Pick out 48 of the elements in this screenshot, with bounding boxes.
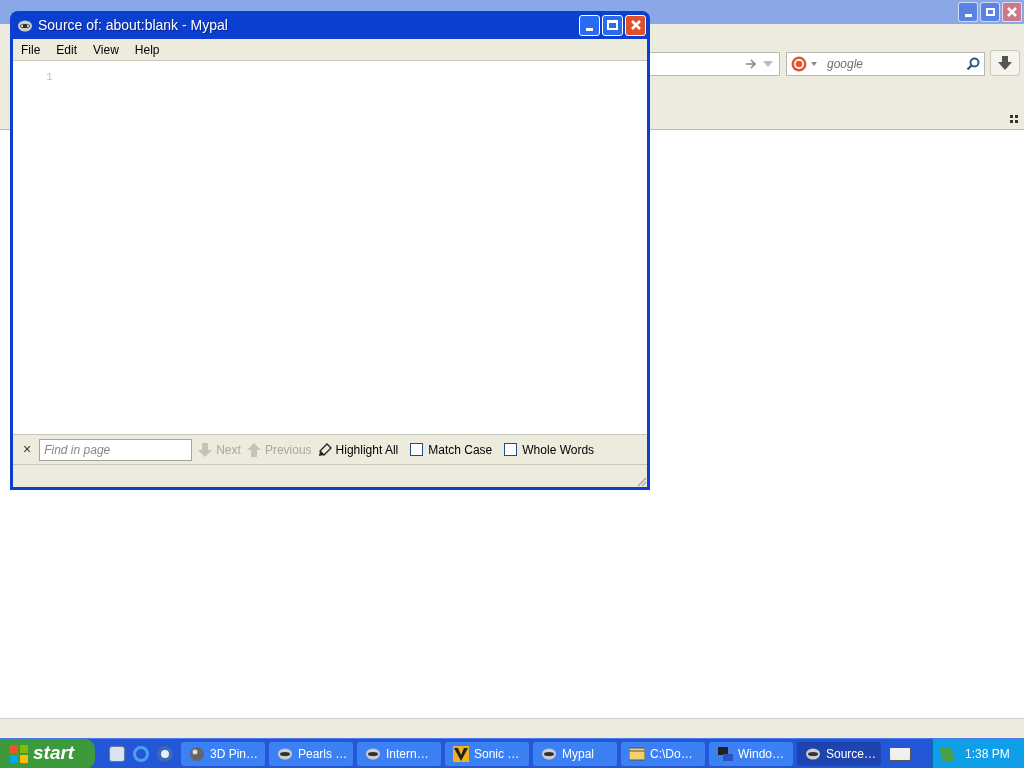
download-button[interactable]: [990, 50, 1020, 76]
keyboard-icon[interactable]: [889, 746, 911, 761]
maximize-button[interactable]: [602, 14, 623, 36]
arrow-icon: [246, 442, 261, 457]
taskbar-button[interactable]: Intern…: [357, 741, 441, 766]
close-icon: [629, 19, 642, 31]
restore-button[interactable]: [980, 2, 1000, 22]
window-icon: [717, 745, 733, 762]
search-input[interactable]: google: [827, 55, 962, 73]
taskbar-button[interactable]: Pearls …: [269, 741, 353, 766]
checkbox[interactable]: [504, 443, 518, 456]
minimize-button[interactable]: [579, 14, 600, 36]
start-button[interactable]: start: [0, 738, 95, 768]
taskbar-button[interactable]: C:\Do…: [621, 741, 705, 766]
film-icon: [629, 745, 645, 762]
search-field[interactable]: google: [786, 52, 985, 76]
close-icon: [1006, 6, 1018, 18]
taskbar-button[interactable]: Source…: [797, 741, 881, 766]
checkbox-label[interactable]: Whole Words: [522, 440, 595, 459]
taskbar-button[interactable]: Mypal: [533, 741, 617, 766]
menu-item[interactable]: File: [21, 40, 41, 59]
checkbox-label[interactable]: Match Case: [428, 440, 493, 459]
taskbar-button[interactable]: 3D Pin…: [181, 741, 265, 766]
close-button[interactable]: ×: [21, 439, 34, 460]
windows-logo-icon: [10, 744, 28, 763]
minimize-button[interactable]: [958, 2, 978, 22]
find-button[interactable]: Highlight All: [317, 440, 399, 459]
resize-grip-icon[interactable]: [635, 475, 647, 487]
checkbox[interactable]: [410, 443, 424, 456]
taskbar-button[interactable]: Windo…: [709, 741, 793, 766]
menu-item[interactable]: View: [93, 40, 119, 59]
download-icon: [998, 56, 1012, 70]
line-number: 1: [46, 70, 54, 85]
close-button[interactable]: [625, 14, 646, 36]
clock: 1:38 PM: [965, 745, 1010, 763]
arrow-icon: [198, 442, 213, 457]
ball-icon: [189, 745, 205, 762]
highlighter-icon: [317, 442, 332, 457]
taskbar-button[interactable]: Sonic …: [445, 741, 529, 766]
arrow-icon[interactable]: [745, 59, 757, 69]
menu-item[interactable]: Edit: [56, 40, 78, 59]
menu-item[interactable]: Help: [134, 40, 160, 59]
grid-icon[interactable]: [1010, 115, 1018, 123]
v-logo-icon: [453, 745, 469, 762]
window-title: Source of: about:blank - Mypal: [38, 15, 229, 35]
caret-icon[interactable]: [811, 62, 817, 66]
find-field[interactable]: Find in page: [39, 438, 193, 461]
search-icon[interactable]: [966, 57, 980, 71]
